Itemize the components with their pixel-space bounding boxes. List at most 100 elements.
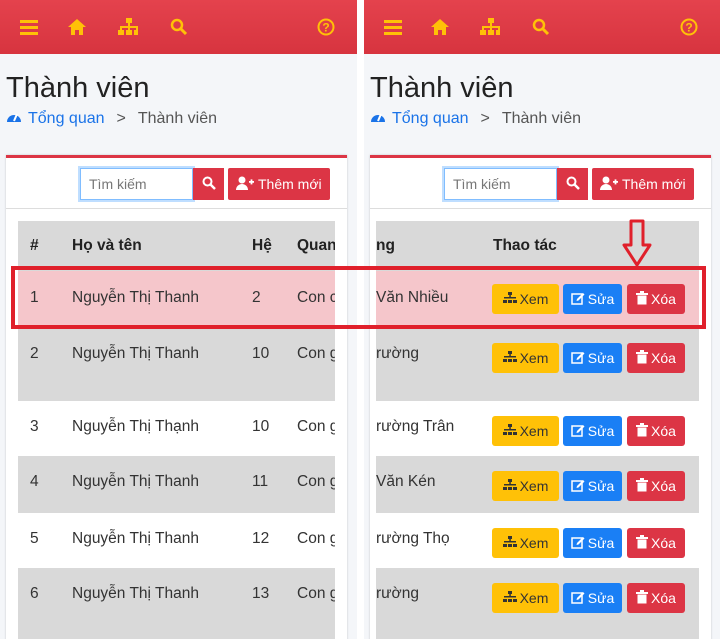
- edit-button[interactable]: Sửa: [563, 343, 622, 373]
- search-toolbar: Thêm mới: [80, 168, 330, 200]
- search-button[interactable]: [557, 168, 588, 200]
- row-gen: 10: [252, 345, 270, 362]
- add-member-label: Thêm mới: [622, 176, 686, 192]
- delete-button[interactable]: Xóa: [627, 528, 685, 558]
- page-title: Thành viên: [6, 72, 150, 104]
- card-divider: [370, 208, 711, 209]
- sitemap-icon: [502, 478, 517, 494]
- delete-label: Xóa: [651, 350, 676, 366]
- add-member-label: Thêm mới: [258, 176, 322, 192]
- user-plus-icon: [236, 176, 254, 193]
- edit-button[interactable]: Sửa: [563, 583, 622, 613]
- table-row[interactable]: 2 Nguyễn Thị Thanh 10 Con g: [18, 328, 335, 401]
- view-button[interactable]: Xem: [492, 528, 559, 558]
- table-row[interactable]: 3 Nguyễn Thị Thạnh 10 Con g: [18, 401, 335, 456]
- edit-label: Sửa: [587, 535, 615, 551]
- table-header: # Họ và tên Hệ Quan: [18, 221, 335, 271]
- trash-icon: [636, 422, 649, 440]
- dashboard-icon: [370, 109, 386, 128]
- row-partner: rường: [376, 585, 419, 602]
- row-partner: rường: [376, 345, 419, 362]
- search-toolbar: Thêm mới: [444, 168, 694, 200]
- search-icon: [202, 176, 216, 193]
- col-num: #: [30, 237, 39, 254]
- edit-button[interactable]: Sửa: [563, 416, 622, 446]
- search-input[interactable]: [80, 168, 193, 200]
- dashboard-icon: [6, 109, 22, 128]
- table-row[interactable]: Văn Kén Xem Sửa Xóa: [376, 456, 699, 513]
- view-button[interactable]: Xem: [492, 343, 559, 373]
- table-row[interactable]: 6 Nguyễn Thị Thanh 13 Con g: [18, 568, 335, 639]
- row-gen: 11: [252, 473, 269, 490]
- trash-icon: [636, 589, 649, 607]
- row-rel: Con g: [297, 473, 335, 490]
- navbar: ?: [364, 0, 720, 54]
- breadcrumb-separator: >: [480, 109, 490, 127]
- view-label: Xem: [519, 423, 549, 439]
- add-member-button[interactable]: Thêm mới: [228, 168, 330, 200]
- col-name: Họ và tên: [72, 237, 142, 254]
- edit-button[interactable]: Sửa: [563, 528, 622, 558]
- search-input[interactable]: [444, 168, 557, 200]
- breadcrumb-current: Thành viên: [501, 109, 582, 127]
- row-rel: Con g: [297, 345, 335, 362]
- view-button[interactable]: Xem: [492, 416, 559, 446]
- card-divider: [6, 208, 347, 209]
- view-label: Xem: [519, 478, 549, 494]
- delete-button[interactable]: Xóa: [627, 583, 685, 613]
- menu-icon[interactable]: [383, 17, 403, 37]
- edit-icon: [571, 535, 585, 552]
- edit-label: Sửa: [587, 478, 615, 494]
- edit-icon: [571, 423, 585, 440]
- breadcrumb-home-link[interactable]: Tổng quan: [28, 110, 105, 128]
- search-button[interactable]: [193, 168, 224, 200]
- sitemap-icon[interactable]: [480, 17, 500, 37]
- table-row[interactable]: 4 Nguyễn Thị Thanh 11 Con g: [18, 456, 335, 513]
- table-row[interactable]: 5 Nguyễn Thị Thanh 12 Con g: [18, 513, 335, 568]
- breadcrumb-separator: >: [116, 109, 126, 127]
- home-icon[interactable]: [430, 17, 450, 37]
- row-gen: 12: [252, 530, 270, 547]
- delete-label: Xóa: [651, 535, 676, 551]
- table-row[interactable]: rường Trân Xem Sửa Xóa: [376, 401, 699, 456]
- edit-icon: [571, 590, 585, 607]
- breadcrumb-current: Thành viên: [137, 109, 218, 127]
- breadcrumb: Tổng quan > Thành viên: [6, 109, 217, 128]
- members-card: Thêm mới ng Thao tác Văn Nhiều Xem Sửa X…: [370, 155, 711, 639]
- col-partner: ng: [376, 237, 395, 254]
- col-rel: Quan: [297, 237, 335, 254]
- help-icon[interactable]: ?: [316, 17, 336, 37]
- row-partner: rường Trân: [376, 418, 455, 435]
- svg-text:?: ?: [685, 21, 692, 35]
- view-button[interactable]: Xem: [492, 471, 559, 501]
- trash-icon: [636, 477, 649, 495]
- help-icon[interactable]: ?: [679, 17, 699, 37]
- row-name: Nguyễn Thị Thạnh: [72, 418, 199, 435]
- home-icon[interactable]: [67, 17, 87, 37]
- table-row[interactable]: rường Xem Sửa Xóa: [376, 328, 699, 401]
- table-row[interactable]: rường Xem Sửa Xóa: [376, 568, 699, 639]
- sitemap-icon: [502, 350, 517, 366]
- trash-icon: [636, 349, 649, 367]
- edit-button[interactable]: Sửa: [563, 471, 622, 501]
- view-button[interactable]: Xem: [492, 583, 559, 613]
- add-member-button[interactable]: Thêm mới: [592, 168, 694, 200]
- row-partner: rường Thọ: [376, 530, 450, 547]
- search-icon[interactable]: [169, 17, 189, 37]
- delete-button[interactable]: Xóa: [627, 343, 685, 373]
- menu-icon[interactable]: [19, 17, 39, 37]
- breadcrumb-home-link[interactable]: Tổng quan: [392, 110, 469, 128]
- sitemap-icon: [502, 590, 517, 606]
- row-num: 6: [30, 585, 39, 602]
- row-name: Nguyễn Thị Thanh: [72, 530, 199, 547]
- delete-button[interactable]: Xóa: [627, 471, 685, 501]
- search-icon[interactable]: [531, 17, 551, 37]
- col-actions: Thao tác: [493, 237, 557, 254]
- sitemap-icon[interactable]: [118, 17, 138, 37]
- delete-button[interactable]: Xóa: [627, 416, 685, 446]
- view-label: Xem: [519, 350, 549, 366]
- row-name: Nguyễn Thị Thanh: [72, 585, 199, 602]
- view-label: Xem: [519, 590, 549, 606]
- down-arrow-icon: [622, 219, 652, 272]
- table-row[interactable]: rường Thọ Xem Sửa Xóa: [376, 513, 699, 568]
